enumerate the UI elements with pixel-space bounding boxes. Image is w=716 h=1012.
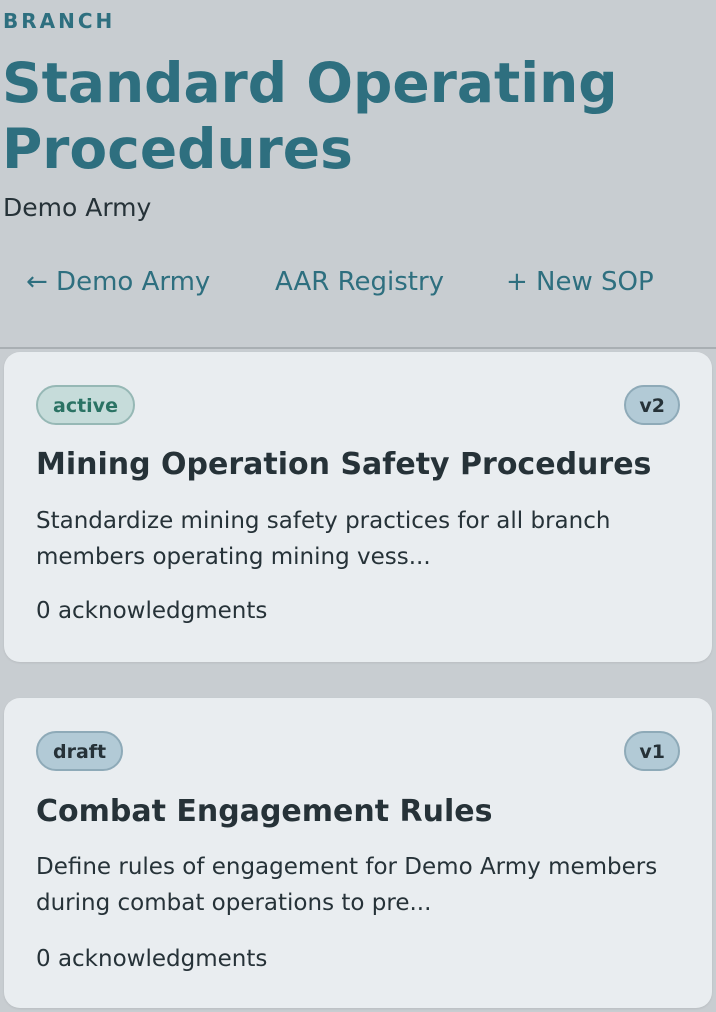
section-eyebrow: BRANCH (3, 9, 116, 33)
page-header: BRANCH Standard Operating Procedures Dem… (0, 0, 716, 349)
status-badge: draft (36, 731, 124, 771)
sop-card[interactable]: active v2 Mining Operation Safety Proced… (4, 352, 712, 662)
aar-registry-link[interactable]: AAR Registry (275, 264, 444, 300)
new-sop-link[interactable]: + New SOP (506, 264, 654, 300)
acknowledgment-count: 0 acknowledgments (36, 946, 268, 972)
sop-card[interactable]: draft v1 Combat Engagement Rules Define … (4, 698, 712, 1008)
back-to-branch-link[interactable]: ← Demo Army (26, 264, 210, 300)
sop-description: Standardize mining safety practices for … (36, 508, 611, 570)
branch-name: Demo Army (3, 193, 152, 222)
version-badge: v2 (624, 385, 680, 425)
status-badge: active (36, 385, 135, 425)
sop-description: Define rules of engagement for Demo Army… (36, 854, 658, 916)
page-title: Standard Operating Procedures (2, 51, 618, 181)
version-badge: v1 (624, 731, 680, 771)
sop-title[interactable]: Mining Operation Safety Procedures (36, 445, 651, 485)
sop-title[interactable]: Combat Engagement Rules (36, 792, 492, 832)
acknowledgment-count: 0 acknowledgments (36, 598, 268, 624)
